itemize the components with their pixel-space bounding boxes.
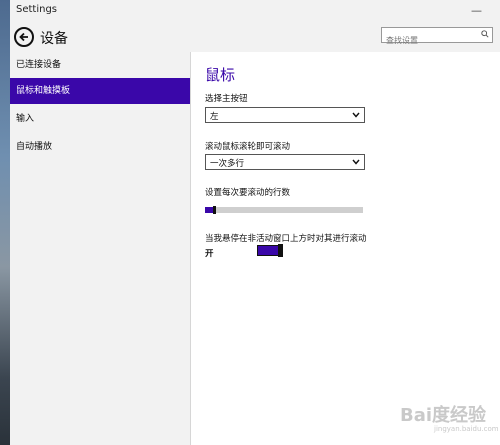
sidebar-item-connected-devices[interactable]: 已连接设备 bbox=[10, 52, 190, 78]
section-title: 鼠标 bbox=[205, 66, 236, 84]
chevron-down-icon bbox=[352, 159, 360, 165]
title-bar: Settings — bbox=[10, 0, 500, 22]
inactive-scroll-label: 当我悬停在非活动窗口上方时对其进行滚动 bbox=[205, 234, 367, 244]
sidebar: 已连接设备 鼠标和触摸板 输入 自动播放 bbox=[10, 52, 191, 445]
settings-window: Settings — 设备 已连接设备 鼠标和触摸板 输入 自动播放 鼠标 选择… bbox=[10, 0, 500, 445]
watermark-sub: jingyan.baidu.com bbox=[434, 425, 499, 433]
back-button[interactable] bbox=[14, 27, 34, 47]
scroll-wheel-label: 滚动鼠标滚轮即可滚动 bbox=[205, 142, 291, 152]
window-title: Settings bbox=[16, 4, 58, 15]
primary-button-value: 左 bbox=[210, 112, 219, 122]
primary-button-label: 选择主按钮 bbox=[205, 94, 248, 104]
watermark-text: Bai度经验 bbox=[400, 405, 487, 426]
inactive-scroll-state: 开 bbox=[205, 249, 214, 259]
main-content: 鼠标 选择主按钮 左 滚动鼠标滚轮即可滚动 一次多行 设置每次要滚动的行数 当我… bbox=[191, 52, 500, 445]
toggle-knob bbox=[278, 244, 283, 257]
back-arrow-circle-icon bbox=[19, 32, 28, 42]
scroll-wheel-select[interactable]: 一次多行 bbox=[205, 154, 365, 170]
inactive-scroll-toggle[interactable] bbox=[257, 244, 283, 257]
sidebar-item-mouse-touchpad[interactable]: 鼠标和触摸板 bbox=[10, 78, 190, 104]
desktop-background bbox=[0, 0, 10, 445]
primary-button-select[interactable]: 左 bbox=[205, 107, 365, 123]
page-header: 设备 bbox=[10, 22, 500, 52]
lines-to-scroll-label: 设置每次要滚动的行数 bbox=[205, 188, 291, 198]
scroll-wheel-value: 一次多行 bbox=[210, 159, 245, 169]
sidebar-item-typing[interactable]: 输入 bbox=[10, 106, 190, 132]
search-box[interactable] bbox=[381, 27, 493, 48]
sidebar-item-autoplay[interactable]: 自动播放 bbox=[10, 134, 190, 160]
lines-to-scroll-slider[interactable] bbox=[205, 206, 363, 214]
minimize-button[interactable]: — bbox=[471, 4, 482, 17]
watermark-logo: Bai度经验 jingyan.baidu.com bbox=[400, 395, 500, 441]
search-input[interactable] bbox=[382, 33, 476, 48]
slider-thumb[interactable] bbox=[213, 206, 216, 214]
chevron-down-icon bbox=[352, 112, 360, 118]
page-title: 设备 bbox=[40, 31, 68, 47]
search-icon[interactable] bbox=[481, 30, 489, 38]
